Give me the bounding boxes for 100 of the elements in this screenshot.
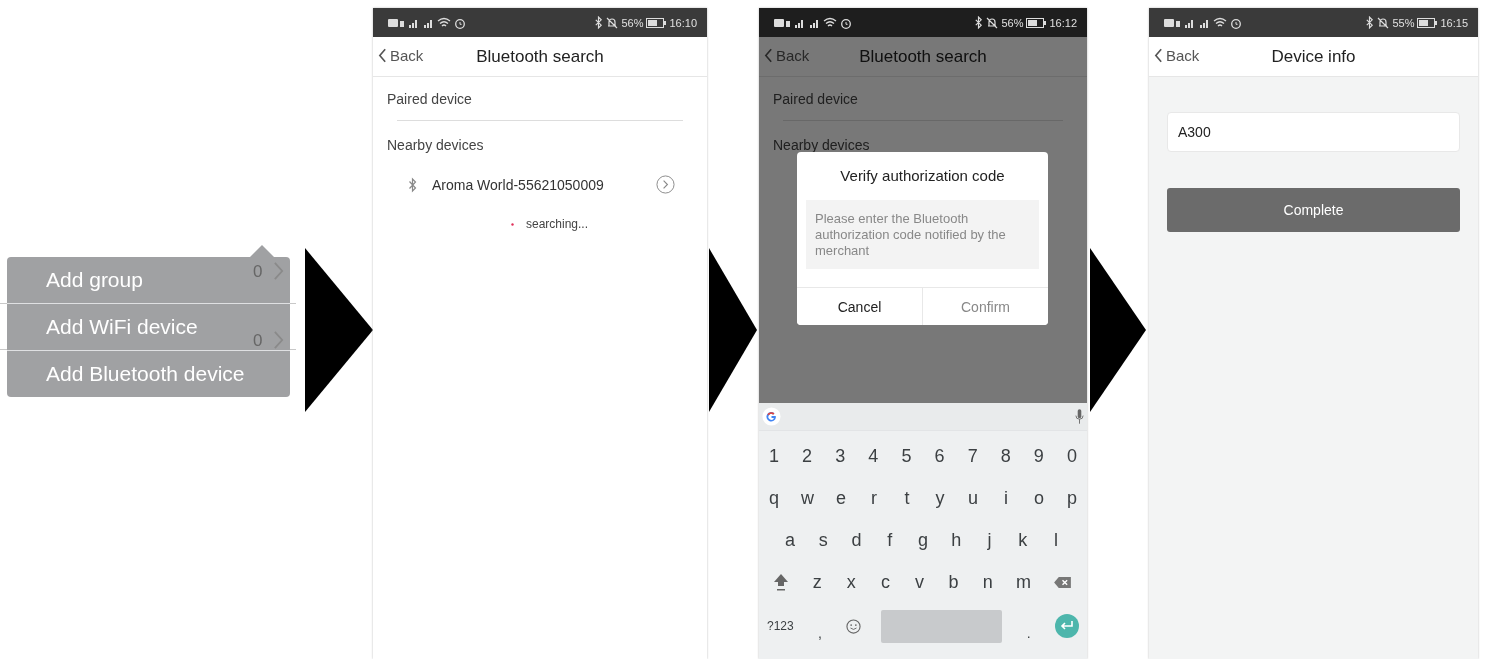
spinner-icon (511, 222, 514, 226)
keyboard-key[interactable]: 1 (768, 445, 780, 467)
screen-title: Device info (1271, 46, 1356, 67)
device-row[interactable]: Aroma World-55621050009 (407, 175, 675, 194)
chevron-icon (273, 329, 284, 350)
period-key[interactable]: . (1022, 625, 1035, 649)
microphone-icon[interactable] (1075, 409, 1084, 424)
alarm-icon (454, 16, 466, 29)
back-link[interactable]: Back (1154, 47, 1200, 64)
clock-time: 16:12 (1049, 16, 1077, 29)
battery-icon (1026, 17, 1047, 28)
keyboard-key[interactable]: j (983, 529, 996, 551)
bell-off-icon (986, 16, 999, 29)
keyboard-key[interactable]: 0 (1066, 445, 1078, 467)
alarm-icon (1230, 16, 1242, 29)
keyboard-key[interactable]: 6 (933, 445, 946, 467)
section-label: Paired device (773, 91, 858, 107)
keyboard-key[interactable]: c (879, 571, 892, 593)
keyboard-key[interactable]: d (850, 529, 863, 551)
clock-time: 16:15 (1440, 16, 1468, 29)
section-label: Nearby devices (773, 137, 870, 153)
screen-title: Bluetooth search (476, 46, 604, 67)
battery-percent: 56% (621, 16, 644, 29)
keyboard-key[interactable]: q (768, 487, 780, 509)
keyboard-key[interactable]: e (835, 487, 847, 509)
back-chevron-icon (764, 48, 773, 63)
keyboard-key[interactable]: a (784, 529, 796, 551)
keyboard-key[interactable]: v (913, 571, 926, 593)
comma-key[interactable]: , (813, 625, 826, 649)
keyboard-key[interactable]: 4 (867, 445, 880, 467)
battery-percent: 55% (1392, 16, 1415, 29)
back-chevron-icon (1154, 48, 1163, 63)
count-label: 0 (253, 261, 263, 282)
count-label: 0 (253, 330, 263, 351)
keyboard-key[interactable]: z (811, 571, 824, 593)
screen-title: Bluetooth search (859, 46, 987, 67)
keyboard-key[interactable]: y (934, 487, 946, 509)
keyboard-key[interactable]: s (817, 529, 830, 551)
keyboard-key[interactable]: u (967, 487, 979, 509)
keyboard-key[interactable]: t (901, 487, 913, 509)
backspace-key-icon[interactable] (1053, 575, 1072, 589)
chevron-circle-icon (656, 175, 675, 194)
keyboard-key[interactable]: l (1050, 529, 1062, 551)
sim-icon (1164, 17, 1180, 28)
back-link[interactable]: Back (378, 47, 424, 64)
complete-button[interactable]: Complete (1167, 188, 1460, 232)
keyboard-key[interactable]: x (845, 571, 858, 593)
status-text: searching... (526, 217, 589, 231)
arrow-icon (1090, 247, 1146, 412)
keyboard-key[interactable]: 7 (966, 445, 979, 467)
battery-icon (1417, 17, 1438, 28)
battery-icon (646, 17, 667, 28)
sim-icon (388, 17, 404, 28)
emoji-key-icon[interactable] (846, 618, 862, 634)
wifi-icon (1213, 17, 1227, 28)
keyboard-key[interactable]: p (1066, 487, 1078, 509)
keyboard-key[interactable]: r (868, 487, 880, 509)
section-label: Nearby devices (387, 137, 484, 153)
bell-off-icon (606, 16, 619, 29)
keyboard-key[interactable]: g (917, 529, 929, 551)
arrow-icon (305, 247, 373, 412)
shift-key-icon[interactable] (773, 573, 789, 591)
wifi-icon (823, 17, 837, 28)
arrow-icon (709, 247, 757, 412)
alarm-icon (840, 16, 852, 29)
keyboard-key[interactable]: f (883, 529, 896, 551)
keyboard-key[interactable]: h (950, 529, 963, 551)
code-input-field[interactable]: Please enter the Bluetooth authorization code notified by the merchant (806, 200, 1039, 269)
keyboard-key[interactable]: k (1016, 529, 1029, 551)
keyboard-key[interactable]: 5 (900, 445, 913, 467)
keyboard-key[interactable]: m (1015, 571, 1031, 593)
dialog-title: Verify authorization code (839, 166, 1006, 186)
signal-icon (808, 17, 820, 28)
battery-percent: 56% (1001, 16, 1024, 29)
google-g-icon (762, 407, 781, 426)
signal-icon (1198, 17, 1210, 28)
device-name: Aroma World-55621050009 (432, 176, 605, 193)
signal-icon (793, 17, 805, 28)
keyboard-key[interactable]: 8 (999, 445, 1012, 467)
keyboard-key[interactable]: n (981, 571, 994, 593)
sim-icon (774, 17, 790, 28)
section-label: Paired device (387, 91, 472, 107)
bluetooth-icon (974, 16, 984, 29)
signal-icon (407, 17, 419, 28)
clock-time: 16:10 (669, 16, 697, 29)
keyboard-key[interactable]: 3 (834, 445, 847, 467)
keyboard-key[interactable]: 2 (801, 445, 814, 467)
device-name-field[interactable]: A300 (1167, 112, 1460, 152)
bluetooth-icon (594, 16, 604, 29)
symbols-key[interactable]: ?123 (767, 619, 794, 633)
keyboard-key[interactable]: b (947, 571, 960, 593)
bluetooth-icon (407, 176, 418, 193)
keyboard-key[interactable]: i (1000, 487, 1012, 509)
keyboard-key[interactable]: o (1033, 487, 1045, 509)
keyboard-key[interactable]: w (801, 487, 814, 509)
bell-off-icon (1377, 16, 1390, 29)
keyboard-key[interactable]: 9 (1032, 445, 1045, 467)
signal-icon (422, 17, 434, 28)
bluetooth-icon (1365, 16, 1375, 29)
wifi-icon (437, 17, 451, 28)
